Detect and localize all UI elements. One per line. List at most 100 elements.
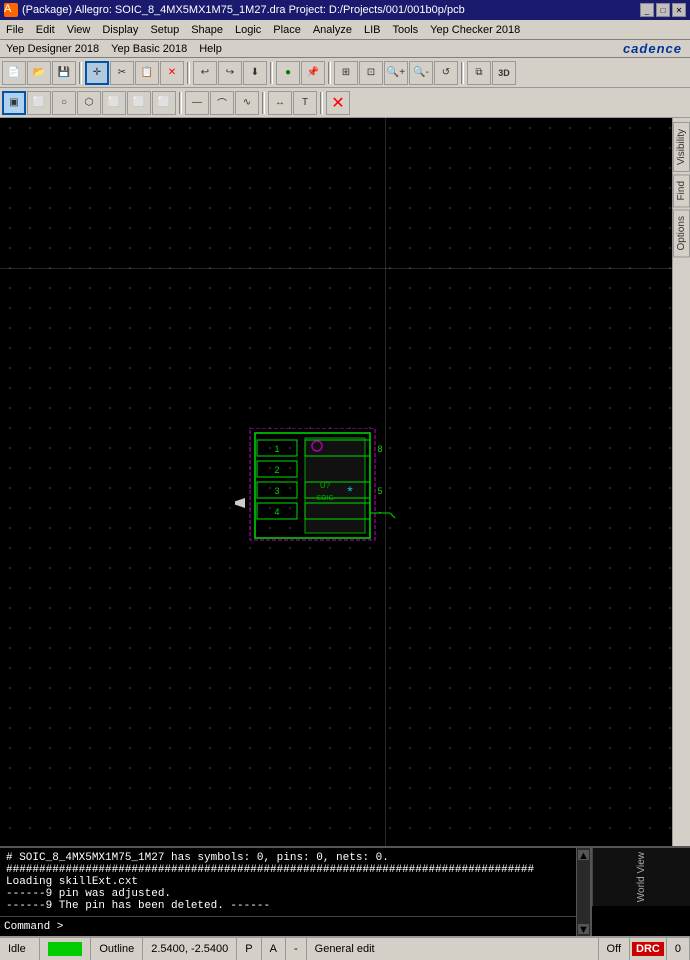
cut-button[interactable]: ✂ bbox=[110, 61, 134, 85]
poly-button[interactable]: ⬡ bbox=[77, 91, 101, 115]
line-button[interactable]: — bbox=[185, 91, 209, 115]
sep8 bbox=[320, 92, 323, 114]
sub-menu-bar: Yep Designer 2018 Yep Basic 2018 Help ca… bbox=[0, 40, 690, 58]
pin-button[interactable]: 📌 bbox=[301, 61, 325, 85]
menu-analyze[interactable]: Analyze bbox=[307, 22, 358, 38]
scroll-down[interactable]: ▼ bbox=[578, 924, 589, 934]
xhatch-button[interactable]: ✕ bbox=[326, 91, 350, 115]
svg-text:-: - bbox=[379, 507, 382, 517]
menu-shape[interactable]: Shape bbox=[185, 22, 229, 38]
menu-setup[interactable]: Setup bbox=[144, 22, 185, 38]
zoom-fit-button[interactable]: ⊞ bbox=[334, 61, 358, 85]
status-green bbox=[40, 938, 91, 960]
flash-button[interactable]: ⬜ bbox=[127, 91, 151, 115]
menu-edit[interactable]: Edit bbox=[30, 22, 61, 38]
console-scrollbar[interactable]: ▲ ▼ bbox=[576, 848, 590, 936]
sep6 bbox=[179, 92, 182, 114]
wave-button[interactable]: ∿ bbox=[235, 91, 259, 115]
svg-text:*: * bbox=[347, 483, 353, 499]
drc-num: 0 bbox=[675, 943, 681, 955]
dash-label: - bbox=[294, 943, 298, 955]
save-button[interactable]: 💾 bbox=[52, 61, 76, 85]
zoom-area-button[interactable]: ⊡ bbox=[359, 61, 383, 85]
menu-display[interactable]: Display bbox=[96, 22, 144, 38]
undo-button[interactable]: ↩ bbox=[193, 61, 217, 85]
measure-button[interactable]: ↔ bbox=[268, 91, 292, 115]
svg-text:5: 5 bbox=[377, 486, 382, 496]
circle-button[interactable]: ○ bbox=[52, 91, 76, 115]
idle-label: Idle bbox=[8, 943, 26, 955]
worldview-panel: World View bbox=[590, 848, 690, 936]
rect-button[interactable]: ⬜ bbox=[27, 91, 51, 115]
pcb-component: 1 2 3 4 8 5 - U? SOIC * bbox=[235, 428, 415, 543]
svg-text:3: 3 bbox=[274, 486, 279, 496]
minimize-button[interactable]: _ bbox=[640, 3, 654, 17]
delete-button[interactable]: ✕ bbox=[160, 61, 184, 85]
status-idle: Idle bbox=[0, 938, 40, 960]
status-outline: Outline bbox=[91, 938, 143, 960]
maximize-button[interactable]: □ bbox=[656, 3, 670, 17]
a-label: A bbox=[270, 943, 277, 955]
down-button[interactable]: ⬇ bbox=[243, 61, 267, 85]
status-general-edit: General edit bbox=[307, 938, 599, 960]
zoom-prev-button[interactable]: ↺ bbox=[434, 61, 458, 85]
off-label: Off bbox=[607, 943, 621, 955]
zoom-in-button[interactable]: 🔍+ bbox=[384, 61, 408, 85]
canvas-area[interactable]: 1 2 3 4 8 5 - U? SOIC * bbox=[0, 118, 672, 846]
submenu-help[interactable]: Help bbox=[193, 42, 228, 56]
run-button[interactable]: ● bbox=[276, 61, 300, 85]
open-button[interactable]: 📂 bbox=[27, 61, 51, 85]
submenu-yep-basic[interactable]: Yep Basic 2018 bbox=[105, 42, 193, 56]
svg-text:4: 4 bbox=[274, 507, 279, 517]
console-input[interactable] bbox=[67, 921, 572, 933]
scroll-track bbox=[577, 862, 590, 922]
title-bar: A (Package) Allegro: SOIC_8_4MX5MX1M75_1… bbox=[0, 0, 690, 20]
menu-logic[interactable]: Logic bbox=[229, 22, 267, 38]
menu-view[interactable]: View bbox=[61, 22, 97, 38]
scroll-up[interactable]: ▲ bbox=[578, 850, 589, 860]
redo-button[interactable]: ↪ bbox=[218, 61, 242, 85]
console-output: # SOIC_8_4MX5MX1M75_1M27 has symbols: 0,… bbox=[0, 848, 576, 914]
status-bar: Idle Outline 2.5400, -2.5400 P A - Gener… bbox=[0, 936, 690, 960]
shape-button[interactable]: ⬜ bbox=[152, 91, 176, 115]
menu-lib[interactable]: LIB bbox=[358, 22, 387, 38]
close-button[interactable]: ✕ bbox=[672, 3, 686, 17]
menu-bar: File Edit View Display Setup Shape Logic… bbox=[0, 20, 690, 40]
sep4 bbox=[328, 62, 331, 84]
window-controls[interactable]: _ □ ✕ bbox=[640, 3, 686, 17]
toolbar2: ▣ ⬜ ○ ⬡ ⬜ ⬜ ⬜ — ⌒ ∿ ↔ T ✕ bbox=[0, 88, 690, 118]
arc-button[interactable]: ⌒ bbox=[210, 91, 234, 115]
text-button[interactable]: T bbox=[293, 91, 317, 115]
sidebar-tab-find[interactable]: Find bbox=[673, 174, 690, 207]
status-p: P bbox=[237, 938, 261, 960]
sidebar-tab-options[interactable]: Options bbox=[673, 209, 690, 257]
app-icon: A bbox=[4, 3, 18, 17]
console-input-bar[interactable]: Command > bbox=[0, 916, 576, 936]
menu-yep-checker[interactable]: Yep Checker 2018 bbox=[424, 22, 526, 38]
sep5 bbox=[461, 62, 464, 84]
copy-button[interactable]: 📋 bbox=[135, 61, 159, 85]
3d-button[interactable]: 3D bbox=[492, 61, 516, 85]
zoom-out-button[interactable]: 🔍- bbox=[409, 61, 433, 85]
status-dash: - bbox=[286, 938, 307, 960]
console-prompt: Command > bbox=[4, 921, 63, 933]
sidebar-tab-visibility[interactable]: Visibility bbox=[673, 122, 690, 172]
path-button[interactable]: ⬜ bbox=[102, 91, 126, 115]
menu-file[interactable]: File bbox=[0, 22, 30, 38]
new-button[interactable]: 📄 bbox=[2, 61, 26, 85]
console-area: # SOIC_8_4MX5MX1M75_1M27 has symbols: 0,… bbox=[0, 846, 690, 936]
layer-button[interactable]: ⧉ bbox=[467, 61, 491, 85]
menu-place[interactable]: Place bbox=[267, 22, 307, 38]
submenu-yep-designer[interactable]: Yep Designer 2018 bbox=[0, 42, 105, 56]
sep7 bbox=[262, 92, 265, 114]
snap-button[interactable]: ✛ bbox=[85, 61, 109, 85]
main-area: 1 2 3 4 8 5 - U? SOIC * bbox=[0, 118, 690, 846]
svg-text:U?: U? bbox=[320, 481, 331, 490]
window-title: (Package) Allegro: SOIC_8_4MX5MX1M75_1M2… bbox=[22, 4, 465, 16]
general-edit-label: General edit bbox=[315, 943, 375, 955]
menu-tools[interactable]: Tools bbox=[386, 22, 424, 38]
console-line-1: # SOIC_8_4MX5MX1M75_1M27 has symbols: 0,… bbox=[6, 852, 570, 864]
select-button[interactable]: ▣ bbox=[2, 91, 26, 115]
green-indicator bbox=[48, 942, 82, 956]
svg-text:SOIC: SOIC bbox=[316, 495, 333, 502]
